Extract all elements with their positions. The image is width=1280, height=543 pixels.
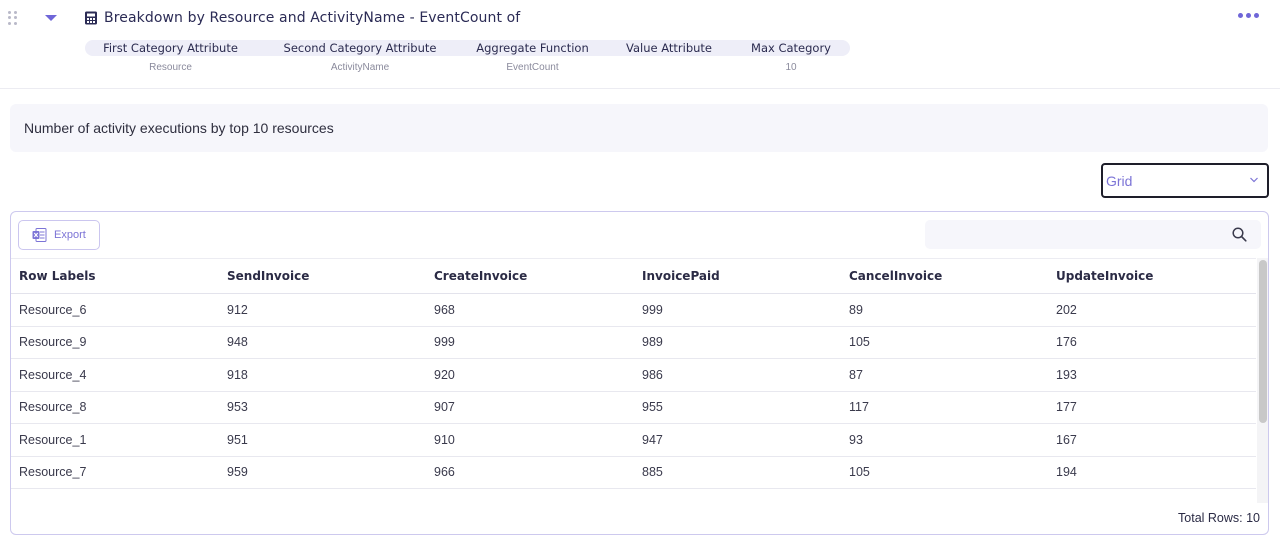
table-cell: 918: [219, 358, 426, 392]
column-header-createinvoice[interactable]: CreateInvoice: [426, 258, 634, 294]
table-cell: 989: [634, 326, 841, 359]
table-cell: 999: [634, 293, 841, 327]
description-card: Number of activity executions by top 10 …: [10, 104, 1268, 152]
table-cell: 920: [426, 358, 634, 392]
view-type-select[interactable]: Grid: [1101, 163, 1269, 198]
chevron-down-icon: [1250, 177, 1258, 183]
caret-down-icon[interactable]: [45, 15, 57, 21]
table-cell: Resource_4: [11, 358, 219, 392]
table-cell: 966: [426, 456, 634, 489]
table-cell: 948: [219, 326, 426, 359]
data-grid-panel: Export Row Labels SendInvoice CreateInvo…: [10, 211, 1269, 535]
param-value: ActivityName: [330, 62, 390, 73]
table-cell: 167: [1048, 423, 1256, 457]
page-title: Breakdown by Resource and ActivityName -…: [104, 10, 521, 26]
grid-scrollbar[interactable]: [1257, 258, 1268, 503]
table-cell: Resource_6: [11, 293, 219, 327]
column-header-invoicepaid[interactable]: InvoicePaid: [634, 258, 841, 294]
table-row: Resource_9 948 999 989 105 176: [11, 326, 1256, 359]
param-value: EventCount: [506, 62, 559, 73]
table-cell: 176: [1048, 326, 1256, 359]
table-cell: Resource_7: [11, 456, 219, 489]
view-type-selected: Grid: [1106, 172, 1133, 189]
table-cell: 999: [426, 326, 634, 359]
export-label: Export: [54, 229, 86, 241]
table-cell: 947: [634, 423, 841, 457]
more-horizontal-icon[interactable]: [1238, 13, 1259, 18]
table-cell: 202: [1048, 293, 1256, 327]
table-cell: Resource_9: [11, 326, 219, 359]
table-cell: 117: [841, 391, 1048, 424]
param-label: Aggregate Function: [476, 41, 589, 55]
header-divider: [0, 88, 1280, 89]
table-cell: Resource_1: [11, 423, 219, 457]
table-cell: 885: [634, 456, 841, 489]
grid-search-box[interactable]: [925, 220, 1261, 249]
table-cell: 907: [426, 391, 634, 424]
column-header-updateinvoice[interactable]: UpdateInvoice: [1048, 258, 1256, 294]
table-cell: 194: [1048, 456, 1256, 489]
widget-title-row: Breakdown by Resource and ActivityName -…: [84, 9, 520, 27]
table-cell: 955: [634, 391, 841, 424]
excel-icon: [32, 228, 47, 242]
param-max-category: Max Category 10: [747, 40, 835, 73]
column-header-cancelinvoice[interactable]: CancelInvoice: [841, 258, 1048, 294]
param-value: Resource: [149, 62, 192, 73]
table-cell: 105: [841, 326, 1048, 359]
table-cell: Resource_8: [11, 391, 219, 424]
table-cell: 89: [841, 293, 1048, 327]
table-row: Resource_7 959 966 885 105 194: [11, 456, 1256, 489]
table-cell: 193: [1048, 358, 1256, 392]
table-cell: 87: [841, 358, 1048, 392]
search-icon[interactable]: [1232, 227, 1247, 242]
column-header-row-labels[interactable]: Row Labels: [11, 258, 219, 294]
param-value: 10: [785, 62, 797, 73]
param-label: Max Category: [751, 41, 831, 55]
param-second-category: Second Category Attribute ActivityName: [276, 40, 444, 73]
calculator-icon: [85, 11, 97, 25]
grid-table-viewport: Row Labels SendInvoice CreateInvoice Inv…: [11, 258, 1256, 503]
table-cell: 910: [426, 423, 634, 457]
table-cell: 959: [219, 456, 426, 489]
param-label: Value Attribute: [625, 41, 712, 55]
table-cell: 912: [219, 293, 426, 327]
table-row: Resource_8 953 907 955 117 177: [11, 391, 1256, 424]
table-cell: 953: [219, 391, 426, 424]
table-row: Resource_1 951 910 947 93 167: [11, 423, 1256, 457]
table-header-row: Row Labels SendInvoice CreateInvoice Inv…: [11, 258, 1256, 294]
table-cell: 105: [841, 456, 1048, 489]
table-cell: 93: [841, 423, 1048, 457]
table-cell: 986: [634, 358, 841, 392]
total-rows-count: Total Rows: 10: [1178, 511, 1260, 525]
table-cell: 951: [219, 423, 426, 457]
pivot-table: Row Labels SendInvoice CreateInvoice Inv…: [11, 258, 1256, 489]
export-button[interactable]: Export: [18, 220, 100, 250]
column-header-sendinvoice[interactable]: SendInvoice: [219, 258, 426, 294]
param-label: Second Category Attribute: [283, 41, 437, 55]
table-cell: 177: [1048, 391, 1256, 424]
param-label: First Category Attribute: [103, 41, 238, 55]
param-aggregate-function: Aggregate Function EventCount: [470, 40, 595, 73]
param-first-category: First Category Attribute Resource: [98, 40, 243, 73]
table-row: Resource_6 912 968 999 89 202: [11, 293, 1256, 327]
grid-scrollbar-thumb[interactable]: [1259, 260, 1267, 423]
table-cell: 968: [426, 293, 634, 327]
description-text: Number of activity executions by top 10 …: [24, 120, 334, 136]
table-row: Resource_4 918 920 986 87 193: [11, 358, 1256, 392]
grid-search-input[interactable]: [925, 220, 1225, 249]
param-value-attribute: Value Attribute: [620, 40, 718, 56]
parameter-bar: First Category Attribute Resource Second…: [85, 40, 850, 73]
drag-handle-icon[interactable]: [8, 11, 18, 25]
